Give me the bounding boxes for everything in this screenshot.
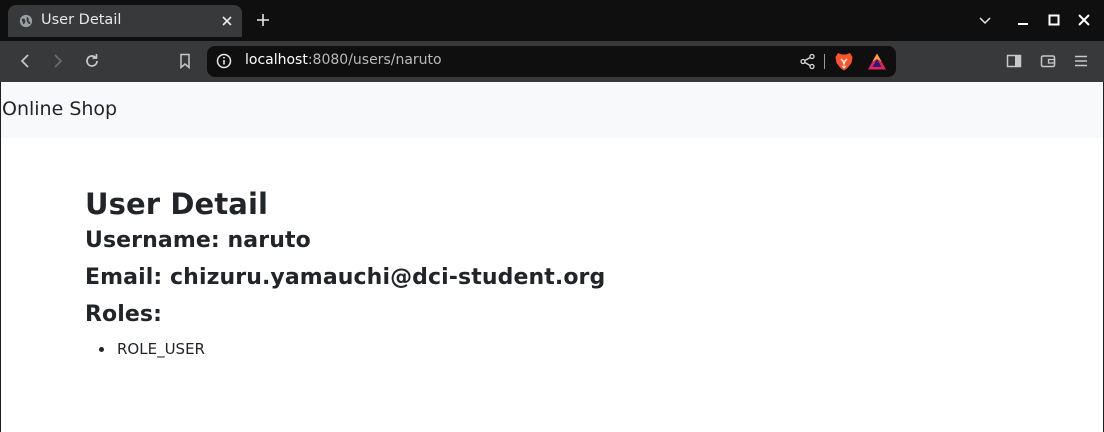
bookmark-icon[interactable] <box>175 51 195 71</box>
chevron-down-icon[interactable] <box>975 10 995 30</box>
address-bar[interactable]: localhost:8080/users/naruto <box>207 46 896 77</box>
close-icon[interactable] <box>219 13 235 29</box>
info-icon[interactable] <box>216 53 232 69</box>
plus-icon[interactable] <box>254 11 272 29</box>
role-item: ROLE_USER <box>99 338 605 360</box>
close-window-icon[interactable] <box>1074 10 1094 30</box>
wallet-icon[interactable] <box>1038 51 1058 71</box>
browser-toolbar: localhost:8080/users/naruto <box>0 41 1104 82</box>
tab-title: User Detail <box>41 12 122 28</box>
sidebar-icon[interactable] <box>1004 51 1024 71</box>
share-icon[interactable] <box>799 53 816 70</box>
hamburger-menu-icon[interactable] <box>1071 51 1091 71</box>
arrow-right-icon[interactable] <box>48 51 68 71</box>
address-bar-divider <box>824 54 825 69</box>
arrow-left-icon[interactable] <box>15 51 35 71</box>
tab-strip: User Detail <box>0 0 1104 41</box>
page-title: User Detail <box>85 187 269 221</box>
reload-icon[interactable] <box>82 51 102 71</box>
brave-rewards-icon[interactable] <box>867 52 887 71</box>
url-text[interactable]: localhost:8080/users/naruto <box>245 52 442 68</box>
navbar-brand[interactable]: Online Shop <box>2 98 117 120</box>
navbar: Online Shop <box>1 82 1103 138</box>
minimize-icon[interactable] <box>1013 10 1033 30</box>
roles-list: ROLE_USER <box>85 338 605 360</box>
url-path: :8080/users/naruto <box>307 52 442 68</box>
user-detail-panel: User Detail Username: naruto Email: chiz… <box>85 186 605 360</box>
globe-icon <box>19 14 33 28</box>
maximize-icon[interactable] <box>1044 10 1064 30</box>
page-viewport: Online Shop User Detail Username: naruto… <box>0 82 1104 432</box>
tab-user-detail[interactable]: User Detail <box>8 5 242 37</box>
email-label: Email: chizuru.yamauchi@dci-student.org <box>85 265 606 290</box>
brave-lion-icon[interactable] <box>834 51 854 72</box>
url-host: localhost <box>245 52 308 68</box>
username-label: Username: naruto <box>85 228 311 253</box>
roles-heading: Roles: <box>85 302 163 327</box>
